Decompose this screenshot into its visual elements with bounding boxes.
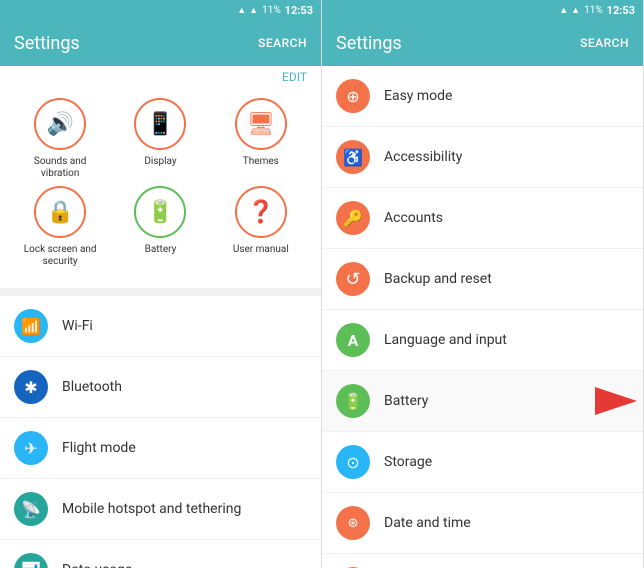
right-wifi-icon: ▲ (571, 5, 580, 16)
right-status-bar: ▲ ▲ 11% 12:53 (322, 0, 643, 20)
grid-lockscreen-label: Lock screen and security (20, 244, 100, 268)
right-item-usermanual[interactable]: ❓ User manual (322, 554, 643, 568)
storage-label: Storage (384, 454, 432, 470)
themes-icon: 🖥 (235, 98, 287, 150)
lockscreen-icon: 🔒 (34, 186, 86, 238)
usermanual-icon: ❓ (235, 186, 287, 238)
grid-item-display[interactable]: 📱 Display (120, 98, 200, 180)
bluetooth-icon: ✱ (14, 370, 48, 404)
right-panel: ▲ ▲ 11% 12:53 Settings SEARCH ⊕ Easy mod… (322, 0, 644, 568)
wifi-icon: ▲ (249, 5, 258, 16)
right-time: 12:53 (607, 4, 635, 17)
signal-icon: ▲ (237, 5, 246, 16)
backup-icon: ↺ (336, 262, 370, 296)
grid-item-themes[interactable]: 🖥 Themes (221, 98, 301, 180)
grid-usermanual-label: User manual (233, 244, 289, 256)
list-item-hotspot[interactable]: 📡 Mobile hotspot and tethering (0, 479, 321, 540)
storage-icon: ⊙ (336, 445, 370, 479)
right-item-accessibility[interactable]: ♿ Accessibility (322, 127, 643, 188)
left-search-button[interactable]: SEARCH (258, 36, 307, 50)
list-item-bluetooth[interactable]: ✱ Bluetooth (0, 357, 321, 418)
edit-button[interactable]: EDIT (282, 70, 307, 84)
sounds-icon: 🔊 (34, 98, 86, 150)
right-item-storage[interactable]: ⊙ Storage (322, 432, 643, 493)
accessibility-icon: ♿ (336, 140, 370, 174)
right-header-title: Settings (336, 33, 402, 54)
bluetooth-label: Bluetooth (62, 379, 122, 395)
left-list-section: 📶 Wi-Fi ✱ Bluetooth ✈ Flight mode 📡 Mobi… (0, 296, 321, 568)
right-list-section: ⊕ Easy mode ♿ Accessibility 🔑 Accounts ↺… (322, 66, 643, 568)
list-item-wifi[interactable]: 📶 Wi-Fi (0, 296, 321, 357)
right-item-language[interactable]: A Language and input (322, 310, 643, 371)
language-label: Language and input (384, 332, 507, 348)
right-search-button[interactable]: SEARCH (580, 36, 629, 50)
right-item-datetime[interactable]: ⊛ Date and time (322, 493, 643, 554)
datetime-label: Date and time (384, 515, 471, 531)
hotspot-icon: 📡 (14, 492, 48, 526)
wifi-list-icon: 📶 (14, 309, 48, 343)
accessibility-label: Accessibility (384, 149, 462, 165)
easymode-icon: ⊕ (336, 79, 370, 113)
divider (0, 288, 321, 296)
grid-item-lockscreen[interactable]: 🔒 Lock screen and security (20, 186, 100, 268)
settings-grid: 🔊 Sounds and vibration 📱 Display 🖥 Theme… (0, 88, 321, 288)
right-item-accounts[interactable]: 🔑 Accounts (322, 188, 643, 249)
datausage-label: Data usage (62, 562, 132, 568)
left-header: Settings SEARCH (0, 20, 321, 66)
right-header: Settings SEARCH (322, 20, 643, 66)
wifi-label: Wi-Fi (62, 318, 93, 334)
accounts-icon: 🔑 (336, 201, 370, 235)
flight-icon: ✈ (14, 431, 48, 465)
datausage-icon: 📊 (14, 553, 48, 568)
left-status-icons: ▲ ▲ (237, 5, 258, 16)
battery-list-icon: 🔋 (336, 384, 370, 418)
battery-list-label: Battery (384, 393, 428, 409)
battery-grid-icon: 🔋 (134, 186, 186, 238)
display-icon: 📱 (134, 98, 186, 150)
hotspot-label: Mobile hotspot and tethering (62, 501, 241, 517)
right-battery: 11% (584, 5, 603, 16)
grid-display-label: Display (144, 156, 176, 168)
left-time: 12:53 (285, 4, 313, 17)
right-item-backup[interactable]: ↺ Backup and reset (322, 249, 643, 310)
backup-label: Backup and reset (384, 271, 492, 287)
edit-bar: EDIT (0, 66, 321, 88)
grid-row-1: 🔊 Sounds and vibration 📱 Display 🖥 Theme… (0, 98, 321, 180)
grid-item-sounds[interactable]: 🔊 Sounds and vibration (20, 98, 100, 180)
right-status-icons: ▲ ▲ (559, 5, 580, 16)
left-header-title: Settings (14, 33, 80, 54)
grid-item-battery[interactable]: 🔋 Battery (120, 186, 200, 268)
grid-row-2: 🔒 Lock screen and security 🔋 Battery ❓ U… (0, 186, 321, 268)
grid-item-usermanual[interactable]: ❓ User manual (221, 186, 301, 268)
flight-label: Flight mode (62, 440, 136, 456)
left-status-bar: ▲ ▲ 11% 12:53 (0, 0, 321, 20)
list-item-datausage[interactable]: 📊 Data usage (0, 540, 321, 568)
easymode-label: Easy mode (384, 88, 452, 104)
left-battery: 11% (262, 5, 281, 16)
battery-arrow (595, 387, 643, 415)
list-item-flight[interactable]: ✈ Flight mode (0, 418, 321, 479)
grid-battery-label: Battery (145, 244, 177, 256)
accounts-label: Accounts (384, 210, 443, 226)
grid-themes-label: Themes (243, 156, 279, 168)
left-panel: ▲ ▲ 11% 12:53 Settings SEARCH EDIT 🔊 Sou… (0, 0, 322, 568)
language-icon: A (336, 323, 370, 357)
right-item-battery[interactable]: 🔋 Battery (322, 371, 643, 432)
datetime-icon: ⊛ (336, 506, 370, 540)
right-item-easymode[interactable]: ⊕ Easy mode (322, 66, 643, 127)
right-signal-icon: ▲ (559, 5, 568, 16)
grid-sounds-label: Sounds and vibration (20, 156, 100, 180)
